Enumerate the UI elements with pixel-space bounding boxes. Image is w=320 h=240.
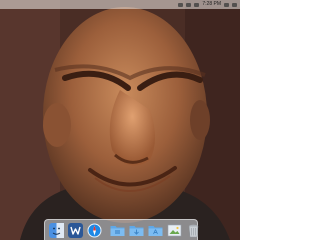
applications-folder-icon[interactable] — [148, 223, 163, 238]
wifi-icon[interactable] — [186, 2, 192, 7]
menu-clock[interactable]: 7:28 PM — [202, 0, 221, 9]
documents-folder-icon[interactable] — [110, 223, 125, 238]
trash-icon[interactable] — [186, 223, 201, 238]
wallpaper-image — [0, 0, 240, 240]
battery-icon[interactable] — [194, 2, 200, 7]
safari-icon[interactable] — [87, 223, 102, 238]
dock — [44, 219, 201, 240]
finder-icon[interactable] — [49, 222, 64, 238]
notification-icon[interactable] — [232, 2, 237, 7]
desktop: 7:28 PM — [0, 0, 240, 240]
search-icon[interactable] — [224, 2, 229, 7]
image-file-icon[interactable] — [167, 223, 182, 238]
word-icon[interactable] — [68, 222, 83, 238]
downloads-folder-icon[interactable] — [129, 223, 144, 238]
dropbox-icon[interactable] — [178, 2, 184, 7]
menu-bar: 7:28 PM — [0, 0, 240, 9]
